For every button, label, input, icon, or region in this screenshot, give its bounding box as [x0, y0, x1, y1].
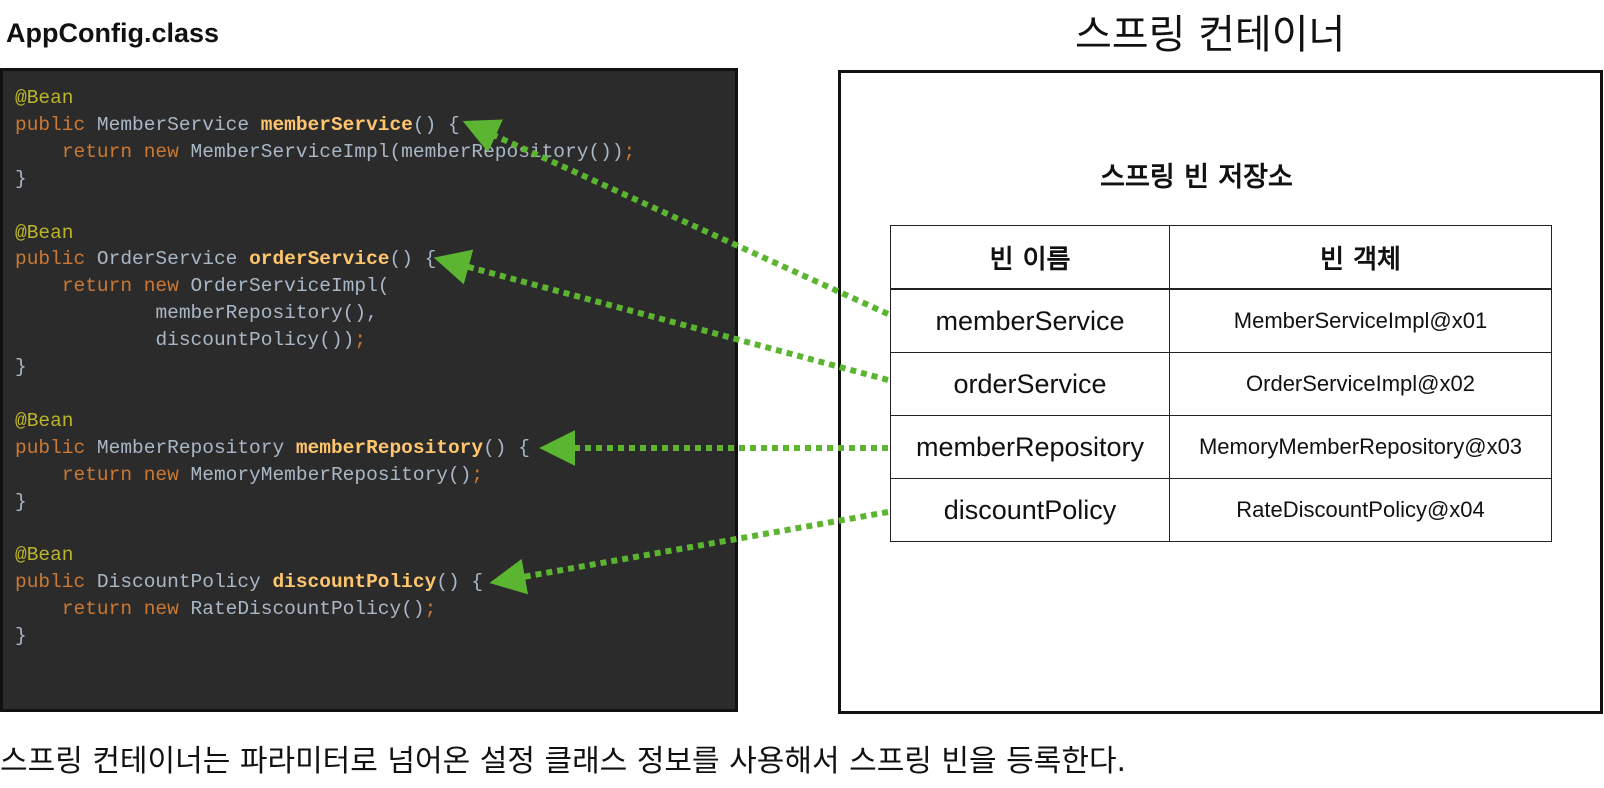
table-row: discountPolicy RateDiscountPolicy@x04 — [890, 478, 1552, 542]
table-row: memberService MemberServiceImpl@x01 — [890, 288, 1552, 353]
bean-2-method-name: orderService — [249, 248, 390, 271]
bean-name-cell: memberRepository — [890, 415, 1170, 479]
bean-2-arg-1: memberRepository(), — [155, 302, 378, 325]
bean-1-new-kw: new — [143, 140, 179, 163]
bean-2-arg-2: discountPolicy()) — [155, 329, 355, 352]
bean-4-public: public — [15, 571, 86, 594]
bean-1-return-kw: return — [61, 140, 133, 163]
bean-2-annotation: @Bean — [15, 221, 74, 244]
bean-2-public: public — [15, 248, 86, 271]
bean-name-cell: memberService — [890, 288, 1170, 353]
bean-1-return-type: MemberService — [96, 113, 250, 136]
bean-name-cell: discountPolicy — [890, 478, 1170, 542]
bean-registry-title: 스프링 빈 저장소 — [1100, 162, 1293, 193]
bean-1-signature-rest: () { — [412, 113, 460, 136]
code-panel: @Bean public MemberService memberService… — [0, 68, 738, 712]
bean-4-new-kw: new — [143, 598, 179, 621]
bean-name-header: 빈 이름 — [890, 225, 1170, 290]
code-file-title: AppConfig.class — [6, 18, 220, 48]
bean-3-closing: } — [15, 490, 27, 513]
bean-3-new-kw: new — [143, 463, 179, 486]
bean-4-return-kw: return — [61, 598, 133, 621]
bean-4-method-name: discountPolicy — [272, 571, 437, 594]
bean-4-body: RateDiscountPolicy() — [190, 598, 425, 621]
bean-2-new-kw: new — [143, 275, 179, 298]
table-row: memberRepository MemoryMemberRepository@… — [890, 415, 1552, 479]
code-block: @Bean public MemberService memberService… — [15, 85, 635, 650]
bean-4-closing: } — [15, 625, 27, 648]
bean-1-closing: } — [15, 167, 27, 190]
bean-3-method-name: memberRepository — [295, 436, 484, 459]
bean-3-annotation: @Bean — [15, 409, 74, 432]
bean-1-method-name: memberService — [260, 113, 413, 136]
bean-2-return-type: OrderService — [96, 248, 238, 271]
bean-object-cell: MemoryMemberRepository@x03 — [1169, 415, 1552, 479]
bean-1-annotation: @Bean — [15, 87, 74, 109]
bean-2-body: OrderServiceImpl( — [190, 275, 390, 298]
container-title: 스프링 컨테이너 — [1075, 12, 1346, 58]
bean-4-return-type: DiscountPolicy — [96, 571, 261, 594]
bean-object-cell: OrderServiceImpl@x02 — [1169, 352, 1552, 416]
bean-3-return-kw: return — [61, 463, 133, 486]
bean-2-semicolon: ; — [354, 329, 367, 352]
bean-object-header: 빈 객체 — [1169, 225, 1552, 290]
bean-4-semicolon: ; — [424, 598, 437, 621]
bean-table-header-row: 빈 이름 빈 객체 — [890, 225, 1552, 290]
bean-3-signature-rest: () { — [483, 436, 530, 459]
bean-2-signature-rest: () { — [389, 248, 437, 271]
bean-3-semicolon: ; — [471, 463, 484, 486]
bean-4-signature-rest: () { — [436, 571, 484, 594]
bean-4-annotation: @Bean — [15, 544, 74, 567]
bean-1-semicolon: ; — [623, 140, 636, 163]
diagram-caption: 스프링 컨테이너는 파라미터로 넘어온 설정 클래스 정보를 사용해서 스프링 … — [0, 744, 1127, 779]
table-row: orderService OrderServiceImpl@x02 — [890, 352, 1552, 416]
bean-2-return-kw: return — [61, 275, 133, 298]
bean-2-closing: } — [15, 356, 27, 379]
bean-object-cell: MemberServiceImpl@x01 — [1169, 288, 1552, 353]
bean-3-public: public — [15, 436, 86, 459]
bean-1-body: MemberServiceImpl(memberRepository()) — [190, 140, 624, 163]
bean-name-cell: orderService — [890, 352, 1170, 416]
bean-object-cell: RateDiscountPolicy@x04 — [1169, 478, 1552, 542]
bean-table: 빈 이름 빈 객체 memberService MemberServiceImp… — [890, 225, 1552, 542]
bean-3-body: MemoryMemberRepository() — [190, 463, 472, 486]
spring-container-box: 스프링 빈 저장소 빈 이름 빈 객체 memberService Member… — [838, 70, 1603, 714]
bean-1-public: public — [15, 113, 86, 136]
bean-3-return-type: MemberRepository — [96, 436, 285, 459]
